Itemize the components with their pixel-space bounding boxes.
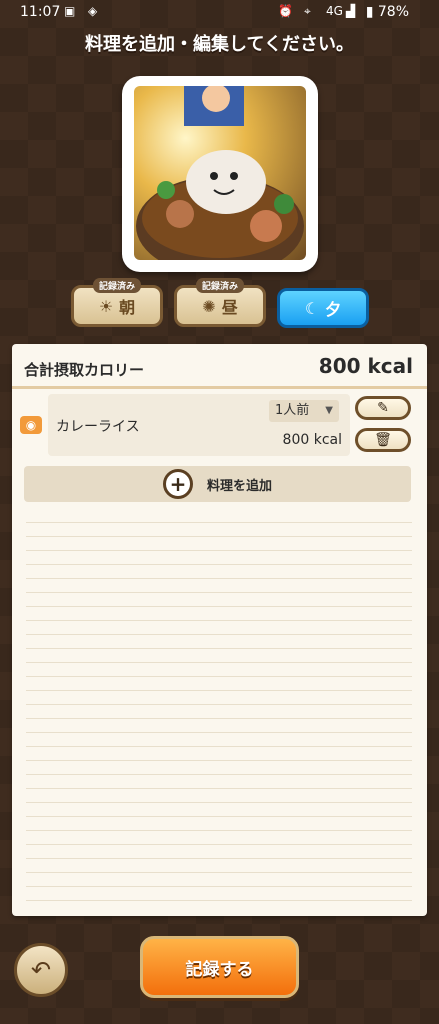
status-bar: 11:07 ▣ ◈ ⏰ ⌖ 4G ▟ ▮ 78% xyxy=(0,0,439,26)
total-calories-label: 合計摂取カロリー xyxy=(24,361,145,379)
add-dish-label: 料理を追加 xyxy=(206,478,272,494)
dish-photo xyxy=(134,86,306,260)
page-title: 料理を追加・編集してください。 xyxy=(85,34,354,55)
plus-icon: + xyxy=(162,469,193,499)
recorded-badge: 記録済み xyxy=(92,278,142,293)
notification-icon: ▣ xyxy=(64,4,76,18)
add-dish-button[interactable]: + 料理を追加 xyxy=(24,466,411,502)
record-button[interactable]: 記録する xyxy=(140,936,299,998)
shield-icon: ◈ xyxy=(88,4,98,18)
alarm-icon: ⏰ xyxy=(278,4,293,18)
back-arrow-icon: ↶ xyxy=(30,956,52,984)
recorded-badge: 記録済み xyxy=(195,278,245,293)
meal-panel: 合計摂取カロリー 800 kcal ◉ カレーライス 1人前 ▼ 800 kca… xyxy=(12,344,427,916)
location-icon: ⌖ xyxy=(304,4,311,18)
portion-select[interactable]: 1人前 ▼ xyxy=(269,400,339,422)
status-time: 11:07 xyxy=(20,4,61,20)
network-label: 4G xyxy=(326,4,343,18)
tab-lunch[interactable]: 記録済み ✺ 昼 xyxy=(174,278,266,327)
tab-label: 昼 xyxy=(221,298,238,317)
tab-label: 朝 xyxy=(119,298,136,317)
camera-icon[interactable]: ◉ xyxy=(20,416,42,434)
pencil-icon: ✎ xyxy=(377,400,389,416)
chevron-down-icon: ▼ xyxy=(325,405,333,416)
food-kcal: 800 kcal xyxy=(282,432,342,448)
tab-label: 夕 xyxy=(325,300,342,319)
moon-icon: ☾ xyxy=(304,298,320,318)
dish-photo-frame xyxy=(122,76,318,272)
battery-percent: 78% xyxy=(377,4,409,20)
food-name: カレーライス xyxy=(56,419,140,435)
battery-icon: ▮ xyxy=(365,4,374,20)
tab-dinner[interactable]: ☾ 夕 xyxy=(277,288,369,328)
notebook-lines xyxy=(26,509,412,909)
trash-icon: 🗑 xyxy=(374,432,392,448)
back-button[interactable]: ↶ xyxy=(14,943,68,997)
portion-value: 1人前 xyxy=(275,403,310,418)
food-item: カレーライス 1人前 ▼ 800 kcal xyxy=(48,394,350,456)
battery-indicator: ▮ 78% xyxy=(366,4,409,20)
curry-illustration xyxy=(136,86,304,260)
sunrise-icon: ☀ xyxy=(98,296,114,316)
total-calories-value: 800 kcal xyxy=(318,354,413,378)
sun-icon: ✺ xyxy=(202,296,216,316)
signal-icon: ▟ xyxy=(346,4,356,18)
record-label: 記録する xyxy=(185,959,254,980)
delete-button[interactable]: 🗑 xyxy=(355,428,411,452)
edit-button[interactable]: ✎ xyxy=(355,396,411,420)
tab-breakfast[interactable]: 記録済み ☀ 朝 xyxy=(71,278,163,327)
total-calories-row: 合計摂取カロリー 800 kcal xyxy=(12,352,427,389)
